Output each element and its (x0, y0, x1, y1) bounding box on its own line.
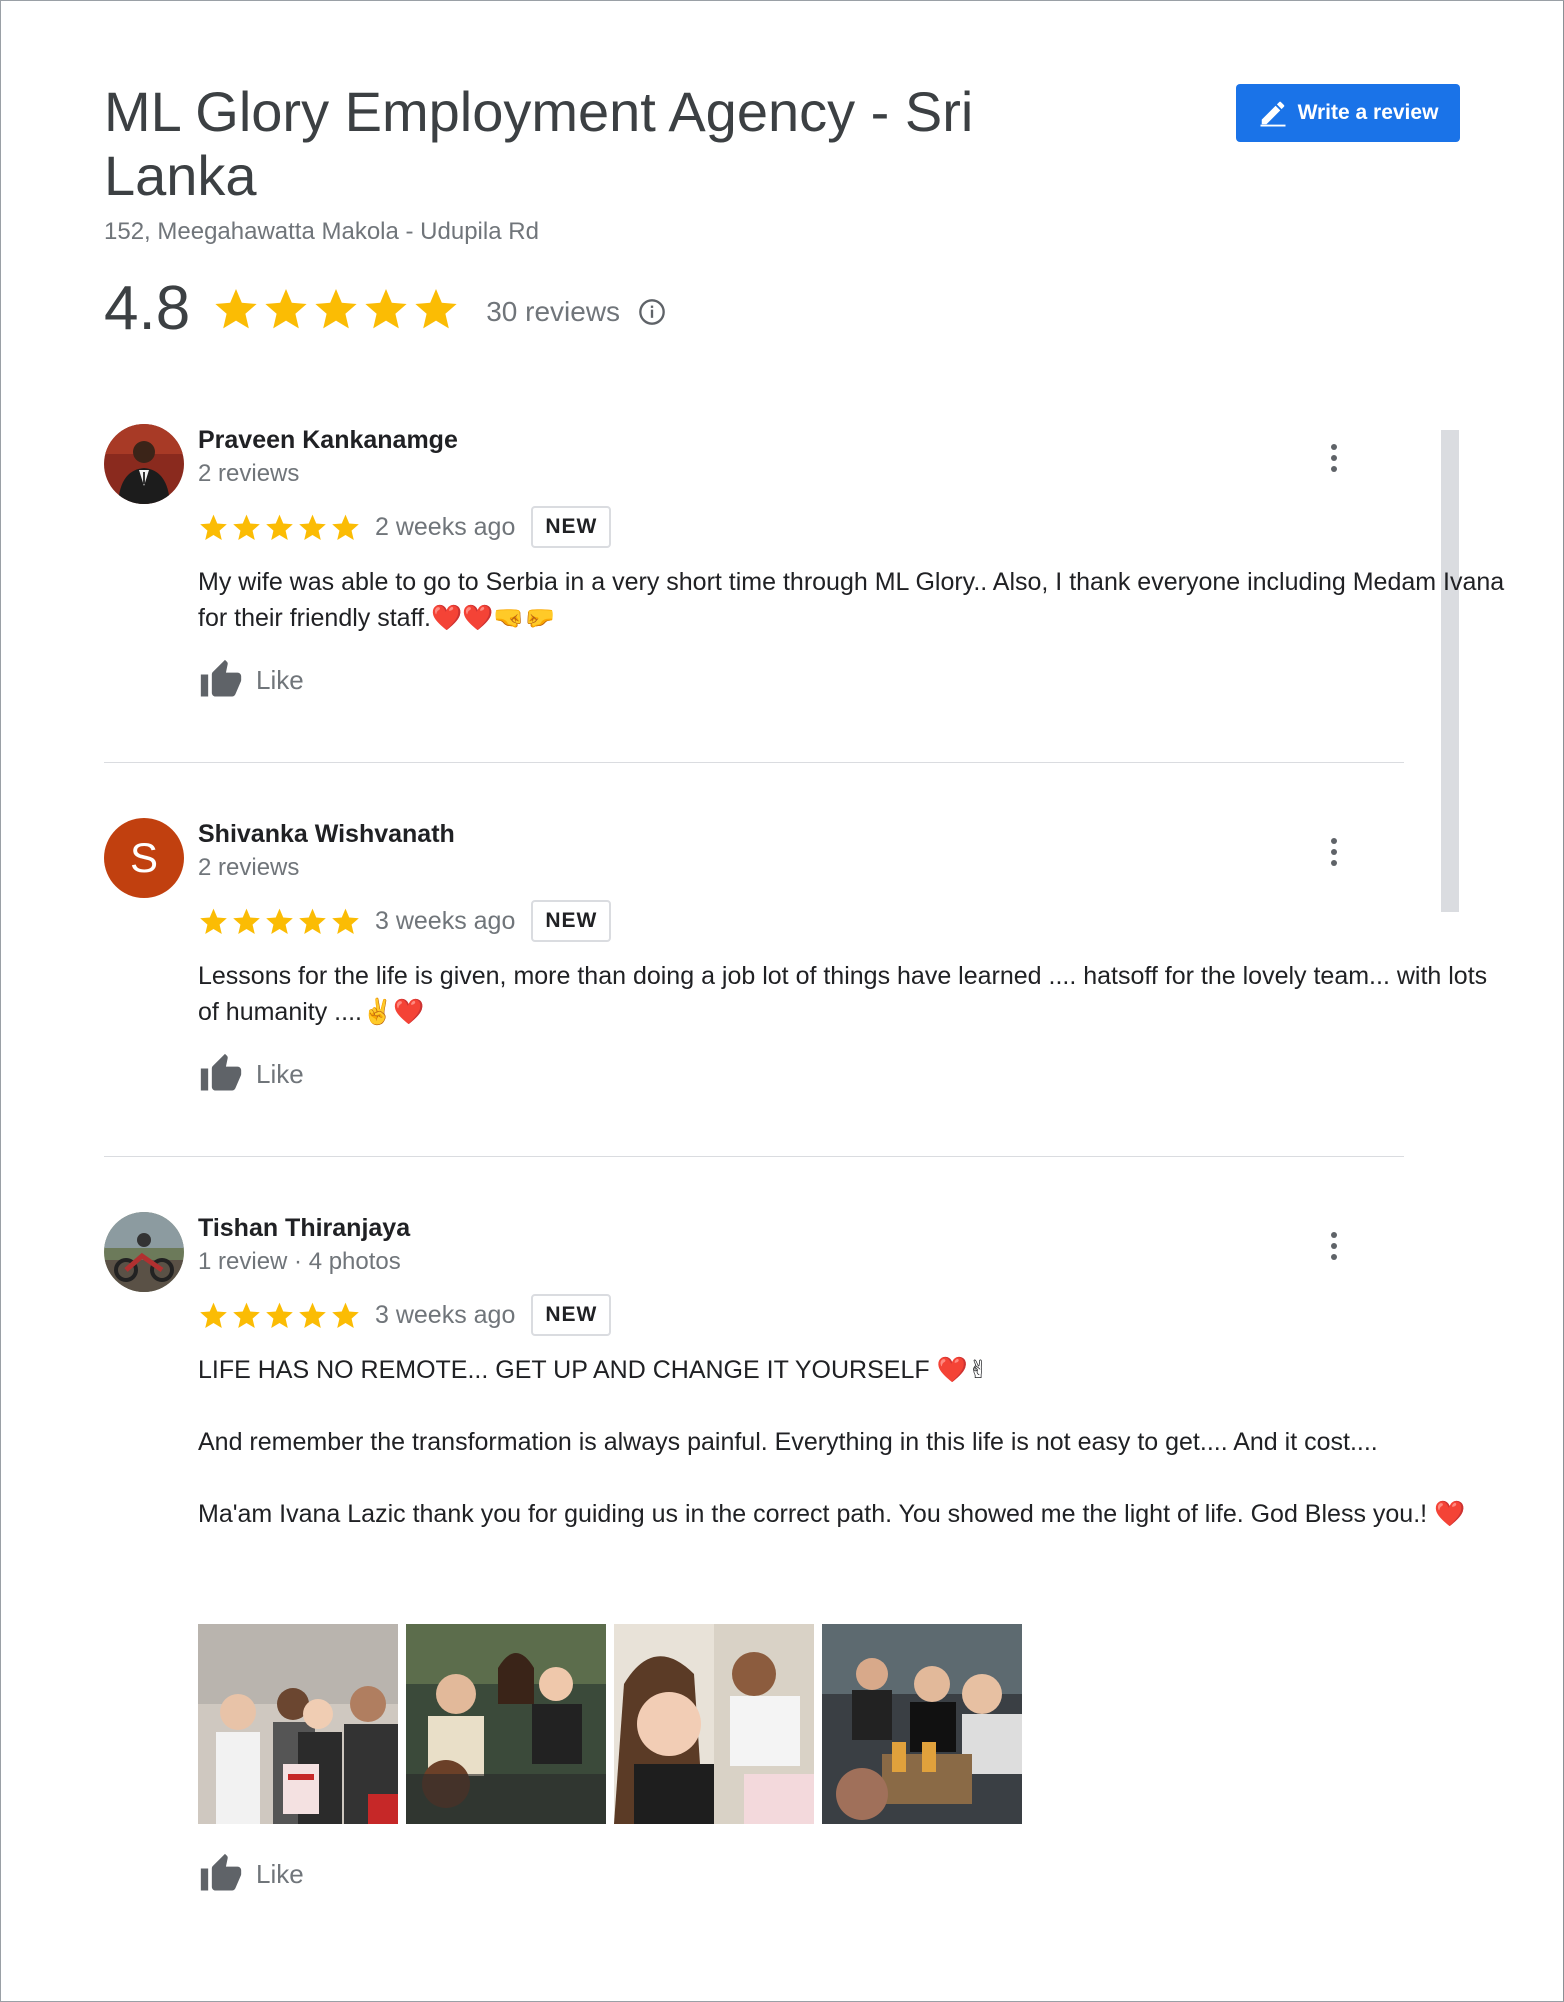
star-icon (299, 1302, 326, 1328)
review-photo[interactable] (614, 1624, 814, 1824)
review-text: My wife was able to go to Serbia in a ve… (198, 568, 1512, 632)
review-stars (198, 906, 361, 937)
like-label: Like (256, 1058, 304, 1089)
new-badge: NEW (531, 506, 612, 548)
reviewer-meta: 1 review · 4 photos (198, 1248, 401, 1275)
review-rating-line: 3 weeks ago NEW (198, 900, 612, 942)
review-text: Lessons for the life is given, more than… (198, 962, 1495, 1026)
reviewer-meta: 2 reviews (198, 854, 300, 881)
reviewer-name[interactable]: Praveen Kankanamge (198, 426, 458, 455)
rating-stars (212, 285, 460, 333)
review-text: LIFE HAS NO REMOTE... GET UP AND CHANGE … (198, 1356, 1466, 1528)
place-header: ML Glory Employment Agency - Sri Lanka 1… (104, 80, 1004, 246)
star-icon (266, 908, 293, 934)
review-date: 3 weeks ago (375, 906, 516, 935)
review-stars (198, 1300, 361, 1331)
star-icon (299, 514, 326, 540)
star-icon (233, 1302, 260, 1328)
pencil-icon (1260, 101, 1286, 127)
review-photos (198, 1624, 1022, 1824)
review-count-link[interactable]: 30 reviews (486, 296, 620, 328)
write-review-button[interactable]: Write a review (1236, 84, 1460, 142)
star-icon (299, 908, 326, 934)
star-icon (200, 908, 227, 934)
more-options-icon[interactable] (1322, 834, 1346, 870)
info-icon[interactable] (638, 298, 666, 326)
scrollbar-thumb[interactable] (1441, 430, 1459, 912)
star-icon (266, 1302, 293, 1328)
avatar[interactable] (104, 424, 184, 504)
write-review-label: Write a review (1297, 101, 1439, 124)
star-icon (233, 514, 260, 540)
avatar[interactable] (104, 1212, 184, 1292)
star-icon (266, 514, 293, 540)
review-rating-line: 3 weeks ago NEW (198, 1294, 612, 1336)
rating-summary: 4.8 30 reviews (104, 274, 666, 344)
more-options-icon[interactable] (1322, 1228, 1346, 1264)
star-icon (315, 289, 357, 329)
more-options-icon[interactable] (1322, 440, 1346, 476)
thumbs-up-icon (200, 1053, 242, 1091)
star-icon (365, 289, 407, 329)
star-icon (332, 1302, 359, 1328)
star-icon (233, 908, 260, 934)
place-address: 152, Meegahawatta Makola - Udupila Rd (104, 218, 539, 245)
avatar-photo (104, 1212, 184, 1292)
star-icon (215, 289, 257, 329)
like-button[interactable]: Like (198, 1052, 304, 1096)
star-icon (332, 908, 359, 934)
avatar[interactable]: S (104, 818, 184, 898)
like-button[interactable]: Like (198, 658, 304, 702)
review-rating-line: 2 weeks ago NEW (198, 506, 612, 548)
thumbs-up-icon (200, 1853, 242, 1891)
star-icon (265, 289, 307, 329)
review-date: 3 weeks ago (375, 1300, 516, 1329)
review-photo[interactable] (198, 1624, 398, 1824)
reviewer-name[interactable]: Shivanka Wishvanath (198, 820, 455, 849)
like-button[interactable]: Like (198, 1852, 304, 1896)
review-divider (104, 762, 1404, 763)
star-icon (200, 1302, 227, 1328)
new-badge: NEW (531, 1294, 612, 1336)
reviewer-name[interactable]: Tishan Thiranjaya (198, 1214, 410, 1243)
review-photo[interactable] (822, 1624, 1022, 1824)
star-icon (200, 514, 227, 540)
new-badge: NEW (531, 900, 612, 942)
star-icon (415, 289, 457, 329)
review-photo[interactable] (406, 1624, 606, 1824)
review-date: 2 weeks ago (375, 512, 516, 541)
review-divider (104, 1156, 1404, 1157)
thumbs-up-icon (200, 659, 242, 697)
place-title: ML Glory Employment Agency - Sri Lanka (104, 80, 974, 207)
average-rating: 4.8 (104, 274, 191, 343)
reviewer-meta: 2 reviews (198, 460, 300, 487)
like-label: Like (256, 1858, 304, 1889)
star-icon (332, 514, 359, 540)
review-stars (198, 512, 361, 543)
like-label: Like (256, 664, 304, 695)
avatar-photo (104, 424, 184, 504)
